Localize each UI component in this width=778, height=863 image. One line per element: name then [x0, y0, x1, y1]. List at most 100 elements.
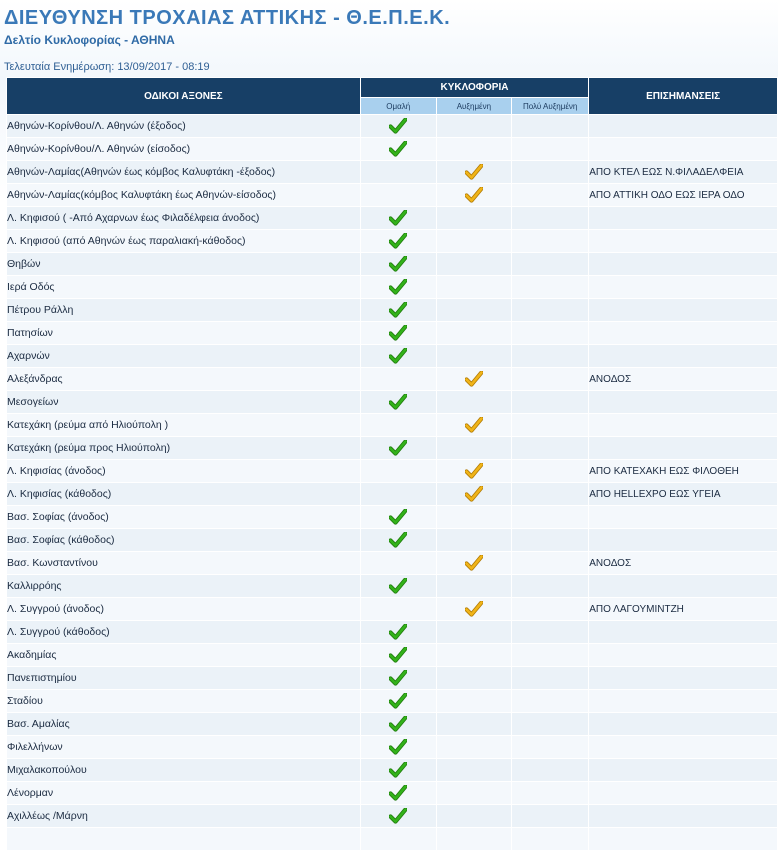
road-name: Λ. Κηφισού ( -Από Αχαρνων έως Φιλαδέλφει… — [6, 206, 361, 230]
table-row: Βασ. Κωνσταντίνου ΑΝΟΔΟΣ — [6, 551, 778, 575]
green-check-icon — [361, 785, 435, 801]
level-very-increased-cell — [511, 666, 590, 690]
yellow-check-icon — [437, 164, 510, 180]
green-check-icon — [361, 348, 435, 364]
road-name: Βασ. Αμαλίας — [6, 712, 361, 736]
level-very-increased-cell — [511, 620, 590, 644]
level-increased-cell — [435, 229, 513, 253]
road-name: Κατεχάκη (ρεύμα από Ηλιούπολη ) — [6, 413, 361, 437]
table-row: Λ. Κηφισού ( -Από Αχαρνων έως Φιλαδέλφει… — [6, 206, 778, 230]
level-very-increased-cell — [511, 436, 590, 460]
road-note — [588, 344, 778, 368]
green-check-icon — [361, 440, 435, 456]
level-normal-cell — [359, 804, 437, 828]
level-normal-cell — [359, 827, 437, 851]
level-very-increased-cell — [511, 160, 590, 184]
road-note — [588, 528, 778, 552]
level-increased-cell — [435, 160, 513, 184]
level-normal-cell — [359, 666, 437, 690]
road-note: ΑΠΟ ΚΤΕΛ ΕΩΣ Ν.ΦΙΛΑΔΕΛΦΕΙΑ — [588, 160, 778, 184]
level-increased-cell — [435, 413, 513, 437]
table-row: Κατεχάκη (ρεύμα προς Ηλιούπολη) — [6, 436, 778, 460]
last-update-label: Τελευταία Ενημέρωση: — [4, 61, 115, 73]
road-note — [588, 620, 778, 644]
level-very-increased-cell — [511, 505, 590, 529]
table-row: Πανεπιστημίου — [6, 666, 778, 690]
road-name: Μιχαλακοπούλου — [6, 758, 361, 782]
road-name: Ακαδημίας — [6, 643, 361, 667]
road-note: ΑΠΟ ΛΑΓΟΥΜΙΝΤΖΗ — [588, 597, 778, 621]
road-name: Σταδίου — [6, 689, 361, 713]
table-row: Ακαδημίας — [6, 643, 778, 667]
road-note — [588, 781, 778, 805]
table-row: Σταδίου — [6, 689, 778, 713]
level-normal-cell — [359, 620, 437, 644]
level-increased-cell — [435, 436, 513, 460]
road-name: Αθηνών-Λαμίας(κόμβος Καλυφτάκη έως Αθηνώ… — [6, 183, 361, 207]
header-level-very-increased: Πολύ Αυξημένη — [511, 97, 590, 115]
green-check-icon — [361, 325, 435, 341]
green-check-icon — [361, 532, 435, 548]
table-row: Αθηνών-Κορίνθου/Λ. Αθηνών (είσοδος) — [6, 137, 778, 161]
header-notes: ΕΠΙΣΗΜΑΝΣΕΙΣ — [588, 77, 778, 115]
table-row — [6, 827, 778, 851]
green-check-icon — [361, 670, 435, 686]
level-increased-cell — [435, 505, 513, 529]
last-update: Τελευταία Ενημέρωση: 13/09/2017 - 08:19 — [4, 61, 210, 73]
level-normal-cell — [359, 413, 437, 437]
green-check-icon — [361, 578, 435, 594]
level-very-increased-cell — [511, 551, 590, 575]
level-normal-cell — [359, 160, 437, 184]
table-row: Βασ. Σοφίας (κάθοδος) — [6, 528, 778, 552]
level-increased-cell — [435, 528, 513, 552]
level-very-increased-cell — [511, 137, 590, 161]
road-name: Λ. Συγγρού (κάθοδος) — [6, 620, 361, 644]
table-row: Αθηνών-Λαμίας(Αθηνών έως κόμβος Καλυφτάκ… — [6, 160, 778, 184]
green-check-icon — [361, 808, 435, 824]
level-very-increased-cell — [511, 413, 590, 437]
road-name: Αλεξάνδρας — [6, 367, 361, 391]
yellow-check-icon — [437, 187, 510, 203]
table-row: Λ. Συγγρού (άνοδος) ΑΠΟ ΛΑΓΟΥΜΙΝΤΖΗ — [6, 597, 778, 621]
header-level-increased: Αυξημένη — [435, 97, 513, 115]
table-row: Μιχαλακοπούλου — [6, 758, 778, 782]
level-normal-cell — [359, 183, 437, 207]
green-check-icon — [361, 118, 435, 134]
road-note — [588, 390, 778, 414]
level-very-increased-cell — [511, 344, 590, 368]
table-row: Αχαρνών — [6, 344, 778, 368]
road-note — [588, 666, 778, 690]
level-increased-cell — [435, 597, 513, 621]
header-traffic: ΚΥΚΛΟΦΟΡΙΑ — [359, 77, 590, 98]
road-note — [588, 574, 778, 598]
table-row: Μεσογείων — [6, 390, 778, 414]
road-note — [588, 505, 778, 529]
level-normal-cell — [359, 229, 437, 253]
yellow-check-icon — [437, 601, 510, 617]
level-very-increased-cell — [511, 298, 590, 322]
road-name: Βασ. Σοφίας (άνοδος) — [6, 505, 361, 529]
level-increased-cell — [435, 114, 513, 138]
table-row: Λ. Συγγρού (κάθοδος) — [6, 620, 778, 644]
green-check-icon — [361, 233, 435, 249]
table-row: Ιερά Οδός — [6, 275, 778, 299]
level-very-increased-cell — [511, 252, 590, 276]
level-normal-cell — [359, 597, 437, 621]
road-name: Αχιλλέως /Μάρνη — [6, 804, 361, 828]
level-very-increased-cell — [511, 459, 590, 483]
green-check-icon — [361, 256, 435, 272]
traffic-table: ΟΔΙΚΟΙ ΑΞΟΝΕΣ ΚΥΚΛΟΦΟΡΙΑ ΕΠΙΣΗΜΑΝΣΕΙΣ Ομ… — [6, 77, 778, 851]
green-check-icon — [361, 716, 435, 732]
green-check-icon — [361, 394, 435, 410]
level-increased-cell — [435, 781, 513, 805]
green-check-icon — [361, 693, 435, 709]
road-name: Θηβών — [6, 252, 361, 276]
level-normal-cell — [359, 735, 437, 759]
road-note — [588, 114, 778, 138]
level-normal-cell — [359, 574, 437, 598]
level-very-increased-cell — [511, 390, 590, 414]
level-very-increased-cell — [511, 735, 590, 759]
road-name: Φιλελλήνων — [6, 735, 361, 759]
road-note — [588, 643, 778, 667]
table-row: Βασ. Σοφίας (άνοδος) — [6, 505, 778, 529]
